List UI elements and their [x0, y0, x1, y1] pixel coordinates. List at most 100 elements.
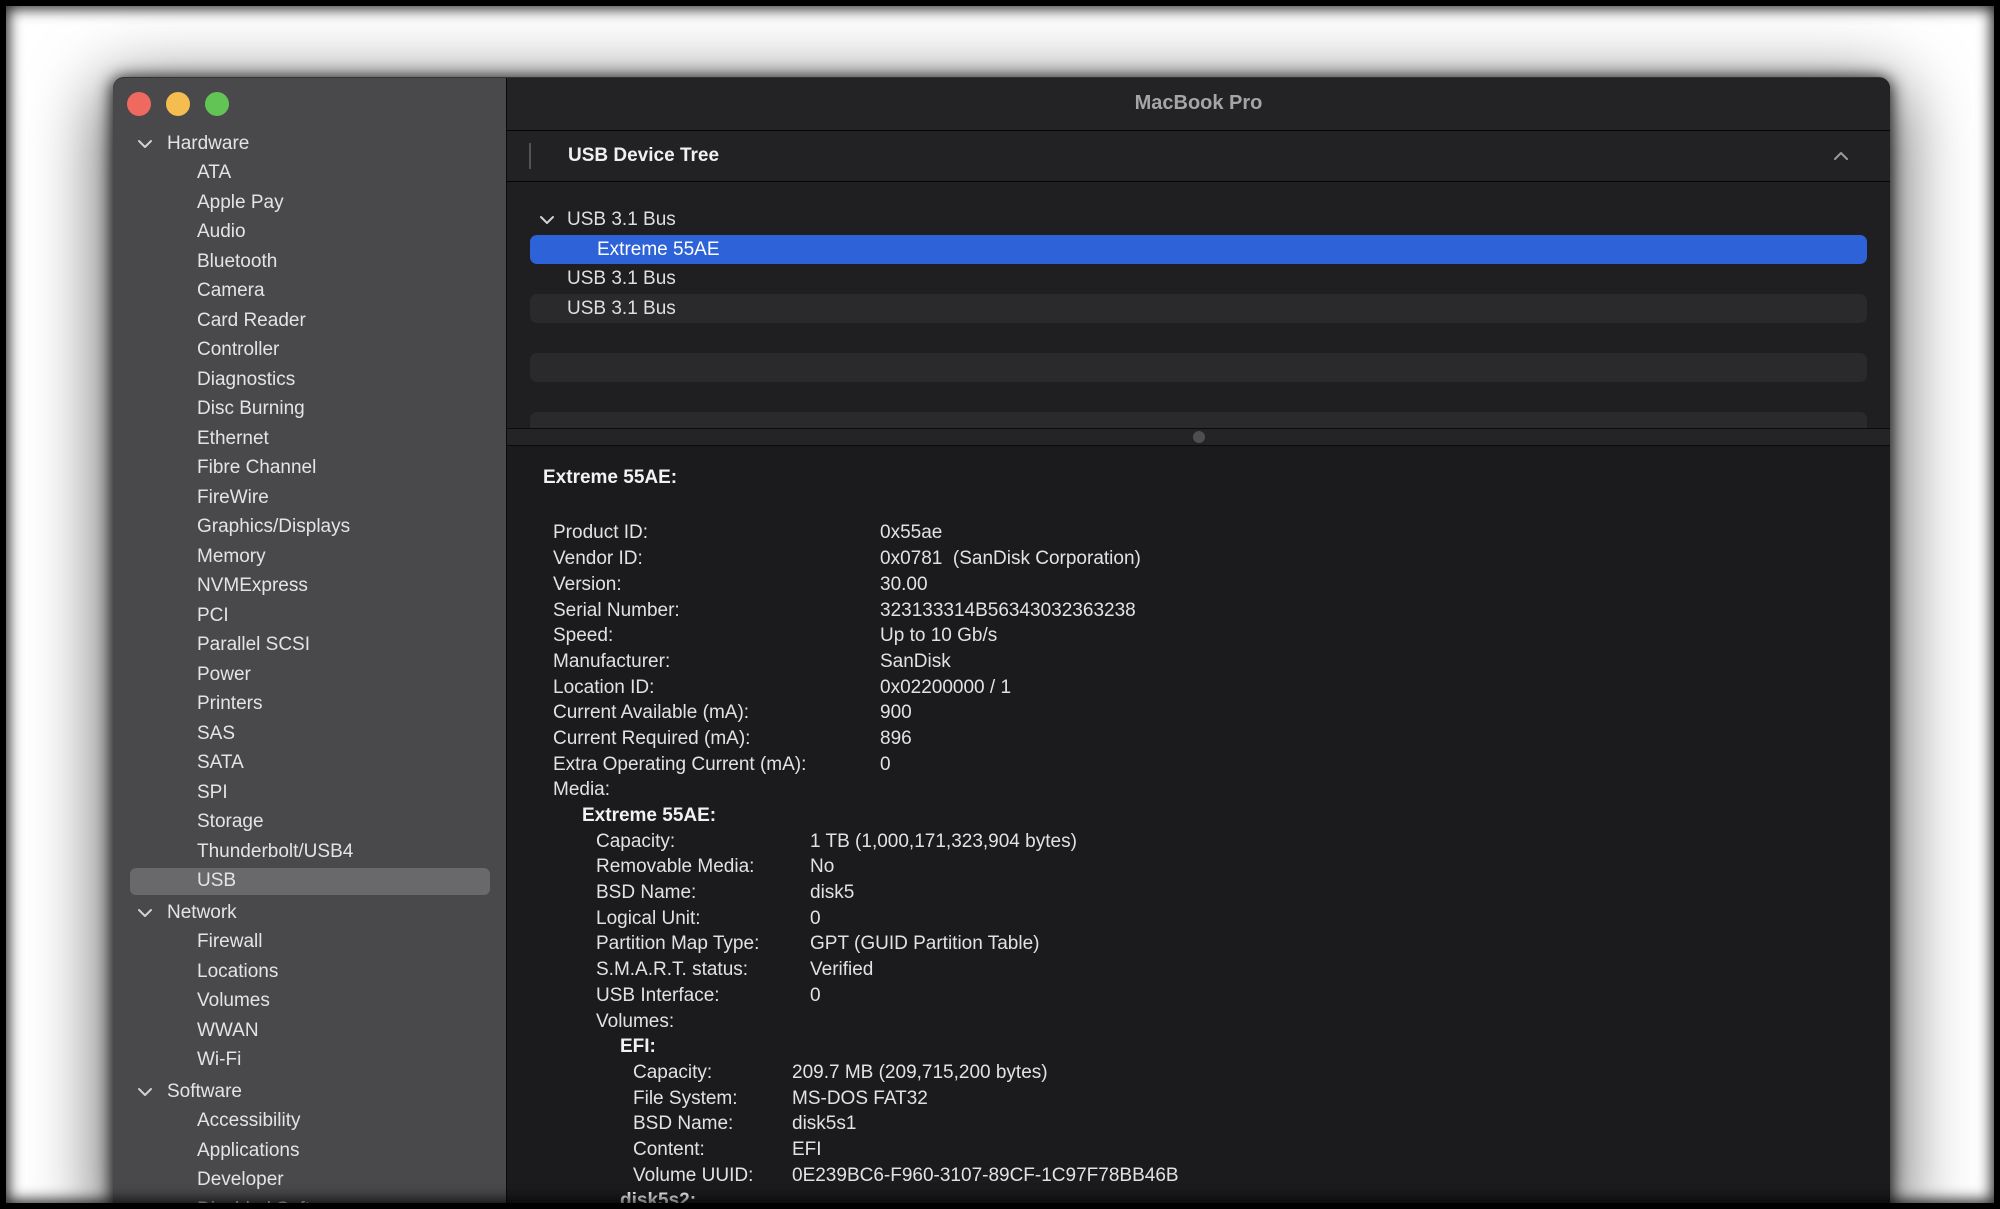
sidebar-item-label: SPI [197, 781, 228, 803]
detail-label: Extreme 55AE: [582, 805, 717, 827]
sidebar-item-parallel-scsi[interactable]: Parallel SCSI [113, 631, 506, 661]
detail-value: 30.00 [880, 573, 928, 595]
detail-line-location-id: Location ID: 0x02200000 / 1 [543, 675, 1870, 701]
sidebar-item-apple-pay[interactable]: Apple Pay [113, 188, 506, 218]
detail-value: 0E239BC6-F960-3107-89CF-1C97F78BB46B [792, 1164, 1179, 1186]
sidebar-item-disabled-software[interactable]: Disabled Software [113, 1195, 506, 1209]
sidebar-item-controller[interactable]: Controller [113, 336, 506, 366]
sidebar-item-ethernet[interactable]: Ethernet [113, 424, 506, 454]
sidebar-item-label: NVMExpress [197, 575, 308, 597]
sidebar-item-pci[interactable]: PCI [113, 601, 506, 631]
sidebar-item-label: Firewall [197, 931, 263, 953]
sidebar-item-locations[interactable]: Locations [113, 957, 506, 987]
sidebar-item-label: Audio [197, 221, 246, 243]
detail-label: Extra Operating Current (mA): [553, 753, 807, 775]
sidebar-item-nvmexpress[interactable]: NVMExpress [113, 572, 506, 602]
zoom-button[interactable] [205, 92, 229, 116]
sidebar-item-label: SATA [197, 752, 244, 774]
sidebar-group-label: Network [167, 901, 237, 923]
tree-row-usb-3-1-bus[interactable]: USB 3.1 Bus [530, 205, 1867, 235]
detail-line-capacity: Capacity: 1 TB (1,000,171,323,904 bytes) [543, 829, 1870, 855]
sidebar-item-label: Card Reader [197, 309, 306, 331]
sidebar-item-sata[interactable]: SATA [113, 749, 506, 779]
tree-row-empty [530, 411, 1867, 428]
sidebar-item-fibre-channel[interactable]: Fibre Channel [113, 454, 506, 484]
sidebar-item-wi-fi[interactable]: Wi-Fi [113, 1046, 506, 1076]
sidebar-category-list: Hardware ATA Apple Pay Audio Bluetooth Camera… [113, 129, 506, 1209]
detail-line-usb-interface: USB Interface: 0 [543, 983, 1870, 1009]
sidebar-item-power[interactable]: Power [113, 660, 506, 690]
pane-splitter[interactable] [507, 427, 1890, 446]
detail-value: disk5 [810, 882, 855, 904]
detail-gap [543, 493, 1870, 521]
detail-value: 900 [880, 702, 912, 724]
sidebar-item-label: Storage [197, 811, 264, 833]
sidebar-item-label: Volumes [197, 990, 270, 1012]
scanned-screenshot: Hardware ATA Apple Pay Audio Bluetooth Camera… [0, 0, 2000, 1209]
detail-label: Partition Map Type: [596, 933, 760, 955]
sidebar-item-label: Bluetooth [197, 250, 278, 272]
detail-value: 0 [810, 984, 821, 1006]
sidebar-item-camera[interactable]: Camera [113, 277, 506, 307]
detail-line-version: Version: 30.00 [543, 572, 1870, 598]
close-button[interactable] [127, 92, 151, 116]
detail-label: File System: [633, 1087, 738, 1109]
splitter-handle-dot[interactable] [1192, 430, 1205, 443]
detail-line-volume-uuid: Volume UUID: 0E239BC6-F960-3107-89CF-1C97… [543, 1163, 1870, 1189]
sidebar-item-diagnostics[interactable]: Diagnostics [113, 365, 506, 395]
sidebar-item-accessibility[interactable]: Accessibility [113, 1107, 506, 1137]
sidebar-item-label: Disc Burning [197, 398, 305, 420]
detail-line-bsd-name: BSD Name: disk5s1 [543, 1111, 1870, 1137]
detail-line-disk5s2: disk5s2: [543, 1189, 1870, 1209]
sidebar-item-label: Apple Pay [197, 191, 284, 213]
sidebar-item-sas[interactable]: SAS [113, 719, 506, 749]
tree-row-empty [530, 382, 1867, 412]
detail-value: 209.7 MB (209,715,200 bytes) [792, 1061, 1048, 1083]
chevron-down-icon[interactable] [539, 215, 554, 225]
sidebar-item-wwan[interactable]: WWAN [113, 1016, 506, 1046]
detail-value: SanDisk [880, 650, 951, 672]
sidebar-item-volumes[interactable]: Volumes [113, 987, 506, 1017]
usb-device-tree-header: USB Device Tree [507, 130, 1890, 183]
detail-value: 0x0781 (SanDisk Corporation) [880, 548, 1141, 570]
detail-line-file-system: File System: MS-DOS FAT32 [543, 1086, 1870, 1112]
sidebar-item-usb[interactable]: USB [113, 867, 506, 897]
detail-line-current-available-ma: Current Available (mA): 900 [543, 700, 1870, 726]
sidebar-item-storage[interactable]: Storage [113, 808, 506, 838]
sidebar-item-thunderbolt-usb4[interactable]: Thunderbolt/USB4 [113, 837, 506, 867]
sidebar-item-printers[interactable]: Printers [113, 690, 506, 720]
sidebar-item-bluetooth[interactable]: Bluetooth [113, 247, 506, 277]
tree-row-usb-3-1-bus[interactable]: USB 3.1 Bus [530, 264, 1867, 294]
detail-label: Volume UUID: [633, 1164, 754, 1186]
sidebar-item-firewire[interactable]: FireWire [113, 483, 506, 513]
sidebar-group-software[interactable]: Software [113, 1077, 506, 1107]
chevron-up-icon[interactable] [1830, 145, 1852, 167]
sidebar-group-network[interactable]: Network [113, 898, 506, 928]
detail-line-current-required-ma: Current Required (mA): 896 [543, 726, 1870, 752]
sidebar-item-developer[interactable]: Developer [113, 1166, 506, 1196]
sidebar-item-spi[interactable]: SPI [113, 778, 506, 808]
detail-label: Manufacturer: [553, 650, 671, 672]
tree-row-usb-3-1-bus[interactable]: USB 3.1 Bus [530, 293, 1867, 324]
minimize-button[interactable] [166, 92, 190, 116]
tree-row-extreme-55ae[interactable]: Extreme 55AE [530, 234, 1867, 265]
sidebar-item-card-reader[interactable]: Card Reader [113, 306, 506, 336]
sidebar-item-label: Controller [197, 339, 280, 361]
detail-line-logical-unit: Logical Unit: 0 [543, 906, 1870, 932]
window-title: MacBook Pro [1134, 92, 1263, 115]
sidebar-item-graphics-displays[interactable]: Graphics/Displays [113, 513, 506, 543]
sidebar-item-ata[interactable]: ATA [113, 159, 506, 189]
tree-row-label: USB 3.1 Bus [567, 297, 676, 319]
sidebar-item-label: Accessibility [197, 1110, 301, 1132]
sidebar-item-memory[interactable]: Memory [113, 542, 506, 572]
sidebar-item-audio[interactable]: Audio [113, 218, 506, 248]
sidebar-item-applications[interactable]: Applications [113, 1136, 506, 1166]
sidebar-group-hardware[interactable]: Hardware [113, 129, 506, 159]
titlebar: MacBook Pro [507, 78, 1890, 131]
detail-value: 323133314B56343032363238 [880, 599, 1136, 621]
detail-label: EFI: [620, 1036, 656, 1058]
sidebar: Hardware ATA Apple Pay Audio Bluetooth Camera… [113, 78, 507, 1209]
sidebar-item-firewall[interactable]: Firewall [113, 928, 506, 958]
sidebar-item-label: Ethernet [197, 427, 269, 449]
sidebar-item-disc-burning[interactable]: Disc Burning [113, 395, 506, 425]
